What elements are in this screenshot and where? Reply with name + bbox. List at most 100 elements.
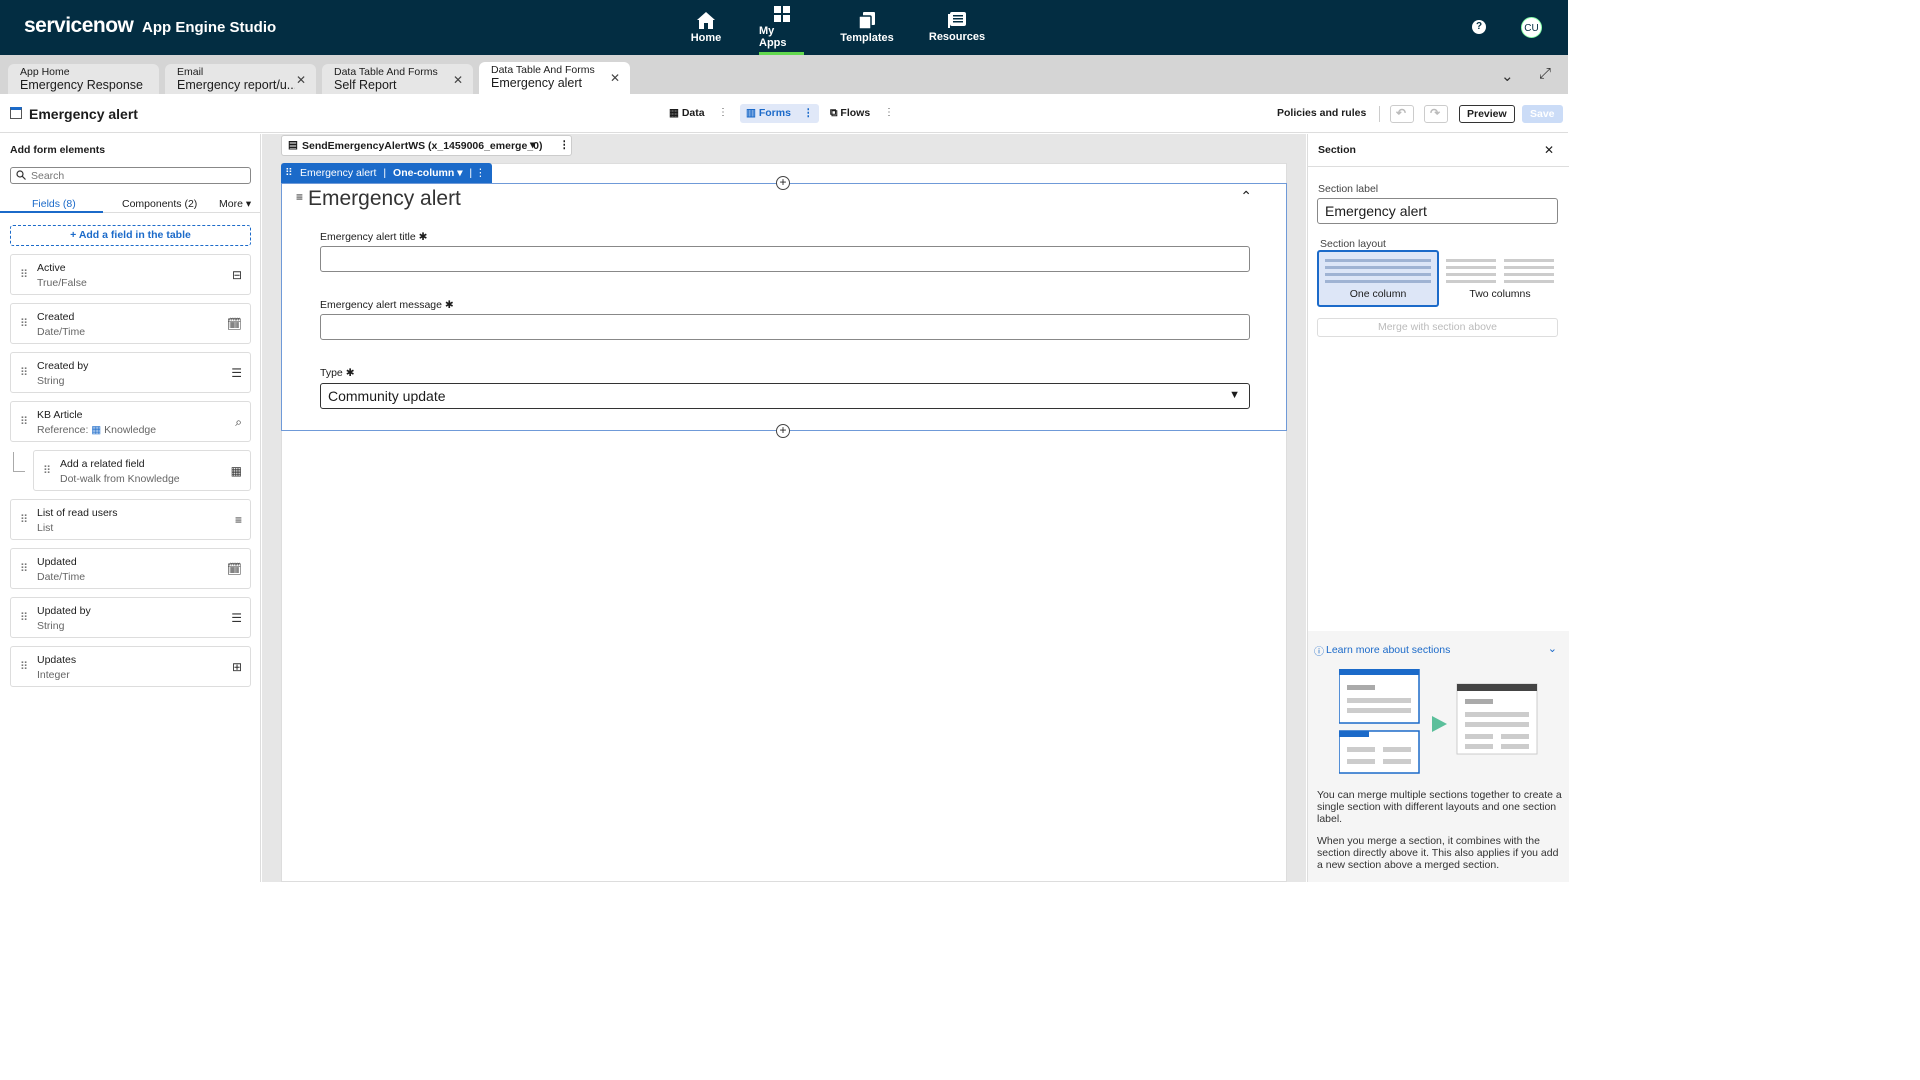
field-label: Type ✱ xyxy=(320,367,355,379)
drag-handle-icon[interactable]: ⠿ xyxy=(20,317,28,330)
field-card-updates[interactable]: ⠿ Updates Integer ⊞ xyxy=(10,646,251,687)
field-card-updated[interactable]: ⠿ Updated Date/Time 🗓 xyxy=(10,548,251,589)
required-icon: ✱ xyxy=(418,231,428,243)
form-view-selector[interactable]: ▤ SendEmergencyAlertWS (x_1459006_emerge… xyxy=(281,135,572,156)
tab-email[interactable]: Email Emergency report/u... ✕ xyxy=(165,64,316,94)
search-icon: ⌕ xyxy=(235,415,242,429)
drag-handle-icon[interactable]: ⠿ xyxy=(20,268,28,281)
section-layout-caption: Section layout xyxy=(1320,238,1386,250)
field-label-text: Emergency alert message xyxy=(320,299,442,311)
field-type: Integer xyxy=(37,669,70,681)
undo-button[interactable]: ↶ xyxy=(1390,105,1414,123)
avatar[interactable]: CU xyxy=(1521,17,1542,38)
servicenow-logo[interactable]: servicenow xyxy=(24,14,134,38)
drag-handle-icon[interactable]: ≡ xyxy=(296,190,303,204)
redo-button[interactable]: ↷ xyxy=(1424,105,1448,123)
field-card-add-related[interactable]: ⠿ Add a related field Dot-walk from Know… xyxy=(33,450,251,491)
top-bar: servicenow App Engine Studio Home My App… xyxy=(0,0,1568,55)
drag-handle-icon[interactable]: ⠿ xyxy=(20,562,28,575)
field-type: Date/Time xyxy=(37,571,86,583)
calendar-clock-icon: 🗓 xyxy=(226,562,242,576)
drag-handle-icon[interactable]: ⠿ xyxy=(20,366,28,379)
section-layout-dropdown[interactable]: One-column ▾ xyxy=(393,167,462,179)
drag-handle-icon[interactable]: ⠿ xyxy=(20,513,28,526)
save-button[interactable]: Save xyxy=(1522,105,1563,123)
more-icon[interactable]: | ⋮ xyxy=(469,167,485,179)
type-select[interactable]: Community update ▼ xyxy=(320,383,1250,409)
merge-section-button[interactable]: Merge with section above xyxy=(1317,318,1558,337)
emergency-alert-title-input[interactable] xyxy=(320,246,1250,272)
close-icon[interactable]: ✕ xyxy=(296,73,306,87)
two-columns-layout-icon xyxy=(1446,259,1554,283)
close-icon[interactable]: ✕ xyxy=(1544,143,1554,157)
field-card-created[interactable]: ⠿ Created Date/Time 🗓 xyxy=(10,303,251,344)
drag-handle-icon[interactable]: ⠿ xyxy=(43,464,51,477)
more-icon[interactable]: ⋮ xyxy=(884,107,894,118)
more-icon[interactable]: ⋮ xyxy=(803,107,814,119)
nav-templates-label: Templates xyxy=(840,31,894,44)
tab-self-report[interactable]: Data Table And Forms Self Report ✕ xyxy=(322,64,473,94)
more-icon[interactable]: ⋮ xyxy=(559,139,570,151)
drag-handle-icon[interactable]: ⠿ xyxy=(285,167,293,179)
form-section[interactable]: ≡ Emergency alert ⌃ Emergency alert titl… xyxy=(281,183,1287,431)
emergency-alert-message-input[interactable] xyxy=(320,314,1250,340)
close-icon[interactable]: ✕ xyxy=(453,73,463,87)
field-label: Emergency alert title ✱ xyxy=(320,231,427,243)
flow-icon: ⧉ xyxy=(830,107,841,119)
drag-handle-icon[interactable]: ⠿ xyxy=(20,415,28,428)
section-label-input[interactable]: Emergency alert xyxy=(1317,198,1558,224)
expand-icon[interactable]: ⤢ xyxy=(1539,65,1551,82)
help-icon[interactable]: ? xyxy=(1472,20,1486,34)
learn-more-link[interactable]: Learn more about sections xyxy=(1326,644,1450,656)
layout-two-columns[interactable]: Two columns xyxy=(1439,250,1561,307)
tab-app-home[interactable]: App Home Emergency Response xyxy=(8,64,159,94)
policies-and-rules-link[interactable]: Policies and rules xyxy=(1277,107,1366,119)
nav-my-apps[interactable]: My Apps xyxy=(759,0,804,55)
nav-resources-label: Resources xyxy=(928,31,986,43)
editor-header: Emergency alert ▦ Data ⋮ ▥ Forms ⋮ ⧉ Flow… xyxy=(0,94,1568,133)
chevron-up-icon[interactable]: ⌃ xyxy=(1240,188,1252,205)
tab-more-label: More xyxy=(219,198,243,210)
tab-subtitle: Emergency alert xyxy=(491,76,583,90)
field-card-updated-by[interactable]: ⠿ Updated by String ☰ xyxy=(10,597,251,638)
tab-components[interactable]: Components (2) xyxy=(122,198,197,210)
preview-button[interactable]: Preview xyxy=(1459,105,1515,123)
form-name: SendEmergencyAlertWS (x_1459006_emerge_0… xyxy=(302,140,543,152)
more-icon[interactable]: ⋮ xyxy=(718,107,728,118)
tab-more[interactable]: More ▾ xyxy=(219,198,251,210)
field-type: List xyxy=(37,522,54,534)
nav-resources[interactable]: Resources xyxy=(928,0,986,55)
drag-handle-icon[interactable]: ⠿ xyxy=(20,660,28,673)
field-card-active[interactable]: ⠿ Active True/False ⊟ xyxy=(10,254,251,295)
field-card-created-by[interactable]: ⠿ Created by String ☰ xyxy=(10,352,251,393)
form-canvas: ▤ SendEmergencyAlertWS (x_1459006_emerge… xyxy=(262,134,1306,882)
chevron-down-icon[interactable]: ⌄ xyxy=(1548,642,1557,655)
tab-title: Data Table And Forms xyxy=(491,64,595,76)
close-icon[interactable]: ✕ xyxy=(610,71,620,85)
search-input[interactable] xyxy=(10,167,251,184)
field-type: String xyxy=(37,375,65,387)
tab-flows[interactable]: ⧉ Flows xyxy=(824,104,876,123)
field-name: Updated xyxy=(37,556,77,568)
add-section-above-button[interactable]: + xyxy=(776,176,790,190)
nav-templates[interactable]: Templates xyxy=(840,0,894,55)
add-section-below-button[interactable]: + xyxy=(776,424,790,438)
tab-forms[interactable]: ▥ Forms ⋮ xyxy=(740,104,820,123)
drag-handle-icon[interactable]: ⠿ xyxy=(20,611,28,624)
form-icon: ▤ xyxy=(288,139,298,151)
nav-home[interactable]: Home xyxy=(688,0,724,55)
add-field-button[interactable]: + Add a field in the table xyxy=(10,225,251,246)
field-label: Emergency alert message ✱ xyxy=(320,299,454,311)
required-icon: ✱ xyxy=(444,299,454,311)
tab-data[interactable]: ▦ Data xyxy=(663,104,711,123)
field-name: KB Article xyxy=(37,409,83,421)
field-card-read-users[interactable]: ⠿ List of read users List ≡ xyxy=(10,499,251,540)
layout-one-column[interactable]: One column xyxy=(1317,250,1439,307)
tab-emergency-alert[interactable]: Data Table And Forms Emergency alert ✕ xyxy=(479,62,630,94)
chevron-down-icon[interactable]: ⌄ xyxy=(1501,67,1514,85)
section-toolbar[interactable]: ⠿ Emergency alert | One-column ▾ | ⋮ xyxy=(281,163,492,184)
panel-title: Section xyxy=(1318,144,1356,156)
tab-fields[interactable]: Fields (8) xyxy=(32,198,76,210)
field-card-kb-article[interactable]: ⠿ KB Article Reference: ▦ Knowledge ⌕ xyxy=(10,401,251,442)
learn-paragraph-2: When you merge a section, it combines wi… xyxy=(1317,835,1559,871)
